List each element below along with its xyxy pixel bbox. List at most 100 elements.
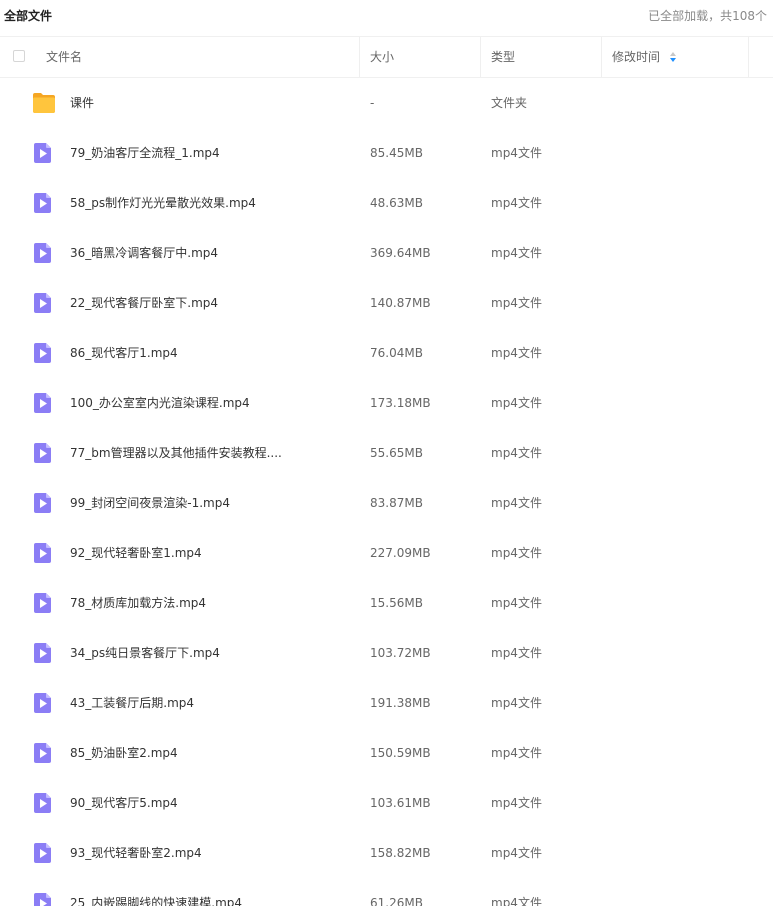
file-name[interactable]: 课件 [70, 78, 350, 128]
video-file-icon [34, 893, 51, 906]
file-type: mp4文件 [491, 246, 542, 260]
file-size: - [370, 96, 375, 110]
column-divider[interactable] [601, 37, 602, 77]
file-name[interactable]: 78_材质库加载方法.mp4 [70, 578, 350, 628]
file-name[interactable]: 93_现代轻奢卧室2.mp4 [70, 828, 350, 878]
file-size: 103.72MB [370, 646, 431, 660]
video-file-icon [34, 543, 51, 563]
column-header-type[interactable]: 类型 [491, 37, 515, 77]
column-header-modified[interactable]: 修改时间 [612, 37, 660, 77]
video-file-icon [34, 443, 51, 463]
file-size: 173.18MB [370, 396, 431, 410]
video-file-icon [34, 793, 51, 813]
file-name[interactable]: 92_现代轻奢卧室1.mp4 [70, 528, 350, 578]
file-row[interactable]: 79_奶油客厅全流程_1.mp4 85.45MB mp4文件 [0, 128, 773, 178]
file-list-page: 全部文件 已全部加载，共108个 文件名 大小 类型 修改时间 课件 - 文件夹 79… [0, 0, 773, 906]
table-header: 文件名 大小 类型 修改时间 [0, 37, 773, 78]
file-name[interactable]: 99_封闭空间夜景渲染-1.mp4 [70, 478, 350, 528]
file-row[interactable]: 36_暗黑冷调客餐厅中.mp4 369.64MB mp4文件 [0, 228, 773, 278]
column-header-size[interactable]: 大小 [370, 37, 394, 77]
file-size: 191.38MB [370, 696, 431, 710]
file-size: 61.26MB [370, 896, 423, 906]
file-row[interactable]: 99_封闭空间夜景渲染-1.mp4 83.87MB mp4文件 [0, 478, 773, 528]
load-status-text: 已全部加载，共108个 [648, 9, 767, 23]
file-list: 课件 - 文件夹 79_奶油客厅全流程_1.mp4 85.45MB mp4文件 58_ps制… [0, 78, 773, 906]
video-file-icon [34, 643, 51, 663]
file-row[interactable]: 34_ps纯日景客餐厅下.mp4 103.72MB mp4文件 [0, 628, 773, 678]
file-size: 48.63MB [370, 196, 423, 210]
file-row[interactable]: 课件 - 文件夹 [0, 78, 773, 128]
file-type: mp4文件 [491, 446, 542, 460]
file-row[interactable]: 85_奶油卧室2.mp4 150.59MB mp4文件 [0, 728, 773, 778]
file-row[interactable]: 58_ps制作灯光光晕散光效果.mp4 48.63MB mp4文件 [0, 178, 773, 228]
file-size: 369.64MB [370, 246, 431, 260]
column-divider[interactable] [748, 37, 749, 77]
file-type: mp4文件 [491, 646, 542, 660]
sort-icon[interactable] [670, 51, 676, 63]
file-size: 83.87MB [370, 496, 423, 510]
file-type: mp4文件 [491, 596, 542, 610]
file-name[interactable]: 25_内嵌踢脚线的快速建模.mp4 [70, 878, 350, 906]
file-type: mp4文件 [491, 896, 542, 906]
file-name[interactable]: 86_现代客厅1.mp4 [70, 328, 350, 378]
file-name[interactable]: 90_现代客厅5.mp4 [70, 778, 350, 828]
file-type: mp4文件 [491, 846, 542, 860]
select-all-checkbox[interactable] [13, 50, 25, 62]
column-divider[interactable] [359, 37, 360, 77]
file-row[interactable]: 100_办公室室内光渲染课程.mp4 173.18MB mp4文件 [0, 378, 773, 428]
file-type: mp4文件 [491, 396, 542, 410]
file-type: mp4文件 [491, 796, 542, 810]
file-type: mp4文件 [491, 746, 542, 760]
file-type: 文件夹 [491, 96, 528, 110]
breadcrumb-all-files[interactable]: 全部文件 [4, 8, 52, 24]
file-type: mp4文件 [491, 546, 542, 560]
file-type: mp4文件 [491, 696, 542, 710]
file-name[interactable]: 34_ps纯日景客餐厅下.mp4 [70, 628, 350, 678]
file-type: mp4文件 [491, 346, 542, 360]
file-row[interactable]: 77_bm管理器以及其他插件安装教程.... 55.65MB mp4文件 [0, 428, 773, 478]
file-row[interactable]: 86_现代客厅1.mp4 76.04MB mp4文件 [0, 328, 773, 378]
file-name[interactable]: 77_bm管理器以及其他插件安装教程.... [70, 428, 350, 478]
video-file-icon [34, 843, 51, 863]
file-size: 103.61MB [370, 796, 431, 810]
file-row[interactable]: 78_材质库加载方法.mp4 15.56MB mp4文件 [0, 578, 773, 628]
top-bar: 全部文件 已全部加载，共108个 [0, 0, 773, 37]
file-size: 55.65MB [370, 446, 423, 460]
file-row[interactable]: 92_现代轻奢卧室1.mp4 227.09MB mp4文件 [0, 528, 773, 578]
file-size: 15.56MB [370, 596, 423, 610]
file-size: 227.09MB [370, 546, 431, 560]
video-file-icon [34, 743, 51, 763]
video-file-icon [34, 343, 51, 363]
video-file-icon [34, 143, 51, 163]
video-file-icon [34, 393, 51, 413]
column-divider[interactable] [480, 37, 481, 77]
file-row[interactable]: 22_现代客餐厅卧室下.mp4 140.87MB mp4文件 [0, 278, 773, 328]
file-row[interactable]: 90_现代客厅5.mp4 103.61MB mp4文件 [0, 778, 773, 828]
file-size: 140.87MB [370, 296, 431, 310]
video-file-icon [34, 193, 51, 213]
folder-icon [33, 93, 55, 113]
file-name[interactable]: 36_暗黑冷调客餐厅中.mp4 [70, 228, 350, 278]
file-name[interactable]: 43_工装餐厅后期.mp4 [70, 678, 350, 728]
file-name[interactable]: 100_办公室室内光渲染课程.mp4 [70, 378, 350, 428]
file-type: mp4文件 [491, 196, 542, 210]
file-row[interactable]: 43_工装餐厅后期.mp4 191.38MB mp4文件 [0, 678, 773, 728]
file-name[interactable]: 79_奶油客厅全流程_1.mp4 [70, 128, 350, 178]
video-file-icon [34, 593, 51, 613]
column-header-name[interactable]: 文件名 [46, 37, 82, 77]
file-type: mp4文件 [491, 296, 542, 310]
file-size: 76.04MB [370, 346, 423, 360]
video-file-icon [34, 293, 51, 313]
file-row[interactable]: 93_现代轻奢卧室2.mp4 158.82MB mp4文件 [0, 828, 773, 878]
file-type: mp4文件 [491, 146, 542, 160]
file-name[interactable]: 85_奶油卧室2.mp4 [70, 728, 350, 778]
file-name[interactable]: 22_现代客餐厅卧室下.mp4 [70, 278, 350, 328]
video-file-icon [34, 243, 51, 263]
video-file-icon [34, 693, 51, 713]
file-size: 150.59MB [370, 746, 431, 760]
file-size: 158.82MB [370, 846, 431, 860]
file-type: mp4文件 [491, 496, 542, 510]
video-file-icon [34, 493, 51, 513]
file-name[interactable]: 58_ps制作灯光光晕散光效果.mp4 [70, 178, 350, 228]
file-row[interactable]: 25_内嵌踢脚线的快速建模.mp4 61.26MB mp4文件 [0, 878, 773, 906]
